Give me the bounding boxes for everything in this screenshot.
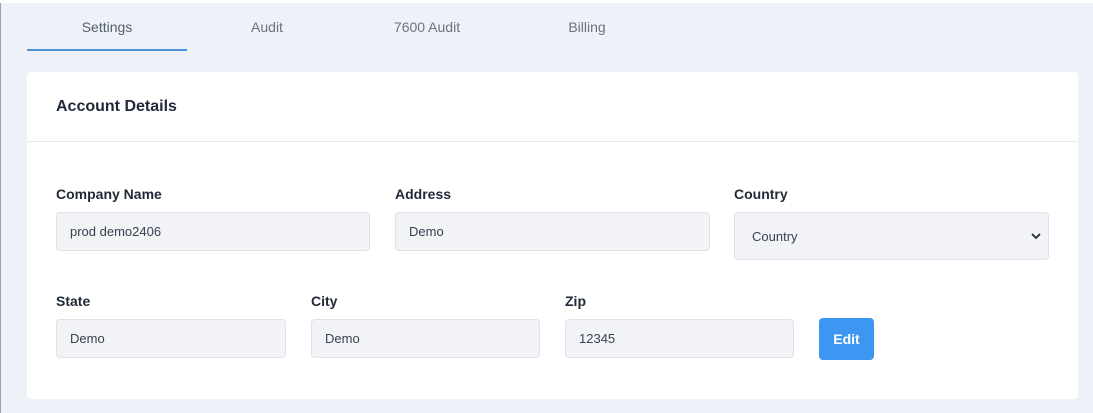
tab-audit[interactable]: Audit [187, 3, 347, 51]
chevron-down-icon [1031, 233, 1041, 239]
country-selected-value: Country [752, 228, 798, 244]
tab-billing[interactable]: Billing [507, 3, 667, 51]
tab-label: Audit [251, 19, 283, 35]
zip-field: Zip [565, 293, 794, 358]
address-field: Address [395, 186, 710, 251]
city-input[interactable] [311, 319, 540, 358]
country-select[interactable]: Country [734, 212, 1049, 260]
account-details-card: Account Details Company Name Address Cou… [27, 72, 1078, 399]
country-field: Country Country [734, 186, 1049, 260]
state-field: State [56, 293, 286, 358]
company-name-label: Company Name [56, 186, 162, 202]
tab-7600-audit[interactable]: 7600 Audit [347, 3, 507, 51]
app-frame: Settings Audit 7600 Audit Billing Accoun… [0, 3, 1093, 413]
edit-button[interactable]: Edit [819, 318, 874, 360]
card-header: Account Details [27, 72, 1078, 142]
tab-label: 7600 Audit [393, 19, 461, 35]
address-label: Address [395, 186, 452, 202]
company-name-field: Company Name [56, 186, 370, 251]
state-input[interactable] [56, 319, 286, 358]
card-title: Account Details [56, 97, 177, 115]
tab-label: Billing [568, 19, 606, 35]
tab-label: Settings [81, 19, 133, 35]
company-name-input[interactable] [56, 212, 370, 251]
city-field: City [311, 293, 540, 358]
country-label: Country [734, 186, 788, 202]
zip-label: Zip [565, 293, 586, 309]
zip-input[interactable] [565, 319, 794, 358]
state-label: State [56, 293, 91, 309]
tab-settings[interactable]: Settings [27, 3, 187, 51]
city-label: City [311, 293, 338, 309]
address-input[interactable] [395, 212, 710, 251]
